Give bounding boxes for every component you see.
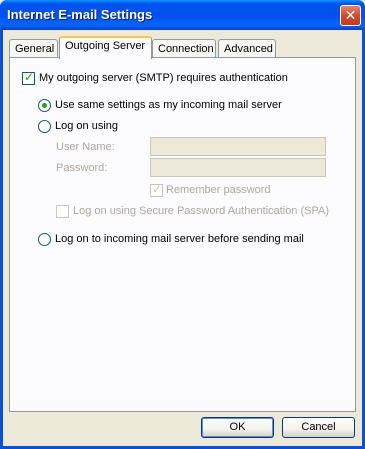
tab-outgoing-server[interactable]: Outgoing Server	[59, 36, 152, 59]
log-on-using-label: Log on using	[55, 120, 118, 132]
window-title: Internet E-mail Settings	[7, 7, 153, 22]
outgoing-server-panel: ✓ My outgoing server (SMTP) requires aut…	[9, 57, 356, 412]
title-bar[interactable]: Internet E-mail Settings ✕	[0, 0, 365, 30]
password-field[interactable]	[150, 158, 326, 177]
tab-label: Connection	[158, 43, 214, 55]
log-on-using-radio[interactable]	[38, 120, 51, 133]
remember-password-label: Remember password	[166, 184, 271, 196]
log-on-incoming-radio[interactable]	[38, 233, 51, 246]
dialog-window: Internet E-mail Settings ✕ General Outgo…	[0, 0, 365, 449]
radio-dot-icon	[42, 103, 47, 108]
ok-button[interactable]: OK	[201, 417, 274, 438]
checkmark-icon: ✓	[152, 182, 163, 196]
requires-auth-label: My outgoing server (SMTP) requires authe…	[39, 72, 288, 84]
checkmark-icon: ✓	[24, 70, 35, 84]
remember-password-checkbox[interactable]: ✓	[150, 182, 163, 197]
tab-label: General	[15, 43, 55, 55]
cancel-button[interactable]: Cancel	[282, 417, 355, 438]
spa-checkbox[interactable]	[56, 205, 69, 218]
same-settings-label: Use same settings as my incoming mail se…	[55, 99, 282, 111]
user-name-label: User Name:	[56, 141, 115, 153]
close-icon[interactable]: ✕	[340, 5, 361, 26]
requires-auth-checkbox[interactable]: ✓	[22, 70, 35, 85]
user-name-field[interactable]	[150, 137, 326, 156]
dialog-client: General Outgoing Server Connection Advan…	[3, 30, 362, 446]
password-label: Password:	[56, 162, 108, 174]
tab-advanced[interactable]: Advanced	[218, 39, 276, 58]
same-settings-radio[interactable]	[38, 99, 51, 112]
tab-general[interactable]: General	[9, 39, 58, 58]
tab-label: Outgoing Server	[65, 40, 146, 52]
log-on-incoming-label: Log on to incoming mail server before se…	[55, 233, 304, 245]
spa-label: Log on using Secure Password Authenticat…	[73, 205, 330, 217]
tab-connection[interactable]: Connection	[152, 39, 216, 58]
tab-label: Advanced	[224, 43, 273, 55]
